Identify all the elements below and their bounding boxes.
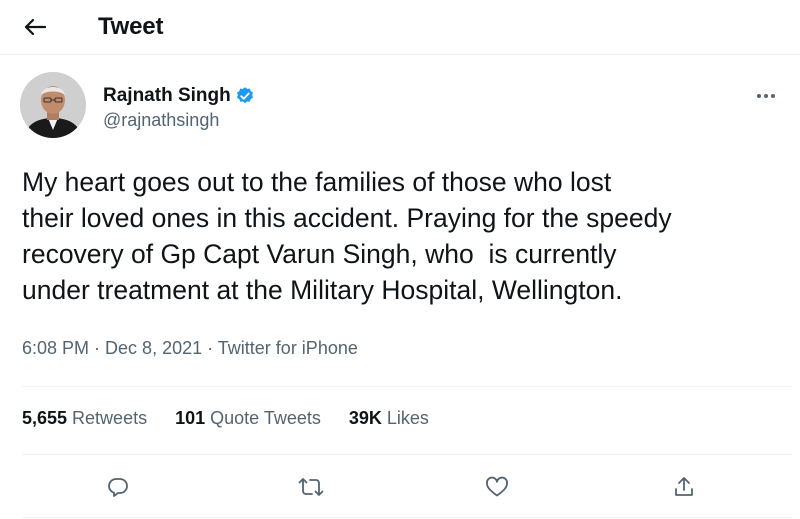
share-icon [675,477,693,496]
arrow-left-icon [24,18,46,36]
tweet-time: 6:08 PM [22,338,90,358]
share-button[interactable] [667,470,701,504]
likes-count: 39K [348,408,382,428]
tweet-line: My heart goes out to the families of tho… [22,167,612,197]
likes-stat[interactable]: 39K Likes [349,408,429,429]
header-bar: Tweet [0,0,800,54]
quote-tweets-count: 101 [175,408,206,428]
back-button[interactable] [18,10,52,44]
like-icon [486,476,508,497]
author-handle[interactable]: @rajnathsingh [103,110,219,131]
retweet-icon [298,478,324,496]
avatar[interactable] [20,72,86,138]
tweet-text: My heart goes out to the families of tho… [22,164,792,308]
tweet-line: under treatment at the Military Hospital… [22,275,623,305]
quote-tweets-label: Quote Tweets [205,408,321,428]
retweets-label: Retweets [67,408,148,428]
tweet-meta: 6:08 PM · Dec 8, 2021 · Twitter for iPho… [22,338,358,359]
meta-separator: · [89,338,106,358]
tweet-line: recovery of Gp Capt Varun Singh, who is … [22,239,617,269]
more-options-button[interactable] [752,86,780,106]
more-horizontal-icon [757,94,775,98]
header-divider [0,54,800,55]
like-button[interactable] [480,470,514,504]
retweets-count: 5,655 [22,408,68,428]
tweet-source-link[interactable]: Twitter for iPhone [218,338,358,358]
avatar-image [20,72,86,138]
quote-tweets-stat[interactable]: 101 Quote Tweets [175,408,321,429]
likes-label: Likes [381,408,429,428]
retweets-stat[interactable]: 5,655 Retweets [22,408,147,429]
author-name[interactable]: Rajnath Singh [103,85,255,107]
retweet-button[interactable] [294,470,328,504]
meta-divider [22,386,792,387]
meta-separator: · [202,338,218,358]
stats-divider [22,454,792,455]
reply-button[interactable] [101,470,135,504]
tweet-date: Dec 8, 2021 [105,338,203,358]
verified-badge-icon [235,86,255,106]
tweet-stats: 5,655 Retweets 101 Quote Tweets 39K Like… [22,408,429,429]
page-title: Tweet [98,13,164,40]
reply-icon [108,478,128,497]
tweet-time-link[interactable]: 6:08 PM · Dec 8, 2021 [22,338,202,358]
actions-divider [22,517,792,518]
author-name-text: Rajnath Singh [103,85,231,106]
tweet-line: their loved ones in this accident. Prayi… [22,203,672,233]
